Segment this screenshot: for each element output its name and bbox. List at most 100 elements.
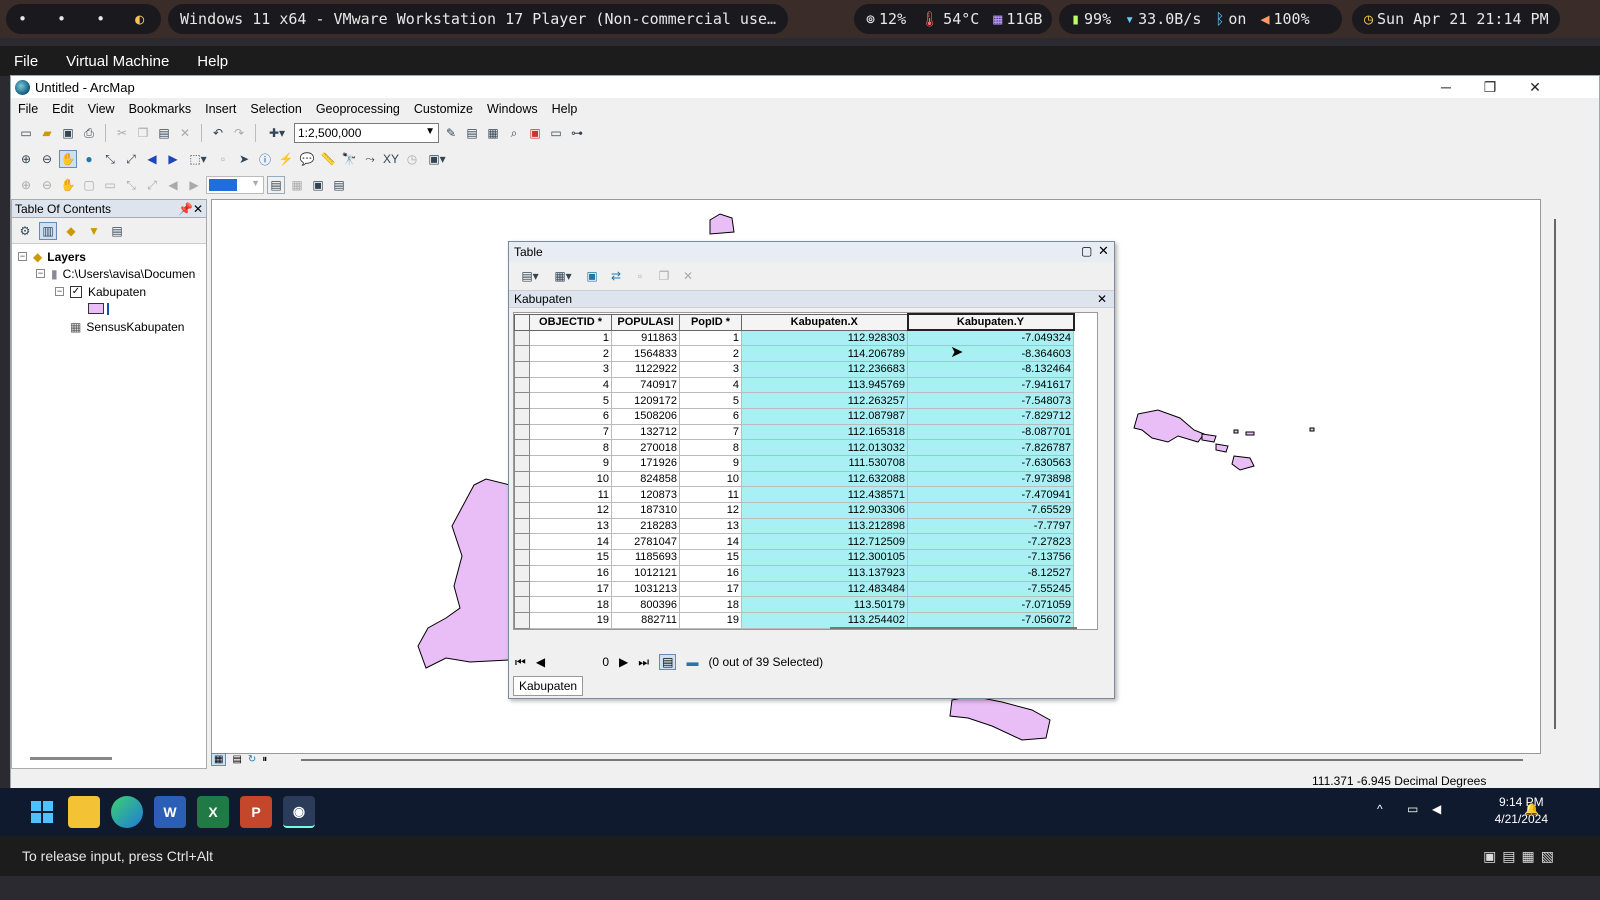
- arctoolbox-icon[interactable]: ▣: [526, 124, 544, 142]
- table-row[interactable]: 7 132712 7 112.165318 -8.087701: [514, 423, 1074, 441]
- vm-menu-file[interactable]: File: [0, 53, 52, 70]
- cell-populasi[interactable]: 1012121: [611, 564, 680, 582]
- viewer-window-icon[interactable]: ▣▾: [424, 150, 450, 168]
- table-row[interactable]: 1 911863 1 112.928303 -7.049324: [514, 329, 1074, 347]
- cell-objectid[interactable]: 13: [529, 517, 612, 535]
- column-header-kabupaten-y[interactable]: Kabupaten.Y: [906, 313, 1075, 331]
- undo-icon[interactable]: ↶: [209, 124, 227, 142]
- row-selector[interactable]: [514, 455, 530, 472]
- layout-back-icon[interactable]: ◀: [164, 176, 182, 194]
- menu-selection[interactable]: Selection: [243, 102, 308, 116]
- vm-menu-virtual-machine[interactable]: Virtual Machine: [52, 53, 183, 70]
- table-row[interactable]: 13 218283 13 113.212898 -7.7797: [514, 517, 1074, 535]
- table-row[interactable]: 16 1012121 16 113.137923 -8.12527: [514, 564, 1074, 582]
- cell-kabupaten-y[interactable]: -7.973898: [907, 470, 1074, 488]
- pan-icon[interactable]: ✋: [59, 150, 77, 168]
- cell-kabupaten-y[interactable]: -8.132464: [907, 360, 1074, 378]
- attribute-grid[interactable]: OBJECTID * POPULASI PopID * Kabupaten.X …: [513, 312, 1098, 630]
- row-selector[interactable]: [514, 486, 530, 504]
- fixed-zoom-out-icon[interactable]: ⤢: [122, 150, 140, 168]
- workspace-dot[interactable]: •: [96, 10, 105, 28]
- collapse-icon[interactable]: −: [18, 252, 27, 262]
- measure-icon[interactable]: 📏: [319, 150, 337, 168]
- row-header-corner[interactable]: [514, 313, 530, 331]
- file-explorer-icon[interactable]: [68, 796, 100, 828]
- list-by-selection-icon[interactable]: ▼: [85, 222, 103, 240]
- cell-kabupaten-y[interactable]: -7.27823: [907, 533, 1074, 551]
- table-options-icon[interactable]: ▤▾: [517, 267, 543, 285]
- cell-kabupaten-y[interactable]: -7.049324: [907, 329, 1074, 347]
- fixed-zoom-out-layout-icon[interactable]: ⤢: [143, 176, 161, 194]
- cell-popid[interactable]: 2: [679, 345, 742, 362]
- time-slider-icon[interactable]: ◷: [403, 150, 421, 168]
- chevron-up-icon[interactable]: ^: [1377, 802, 1383, 816]
- taskbar-clock[interactable]: 9:14 PM 4/21/2024: [1495, 794, 1548, 828]
- cell-objectid[interactable]: 12: [529, 502, 612, 519]
- cell-objectid[interactable]: 11: [529, 486, 612, 504]
- show-selected-records-icon[interactable]: ▬: [686, 655, 698, 669]
- next-record-icon[interactable]: ▶: [619, 655, 628, 669]
- cell-objectid[interactable]: 7: [529, 423, 612, 441]
- maximize-icon[interactable]: ▢: [1081, 244, 1092, 258]
- select-features-icon[interactable]: ⬚▾: [185, 150, 211, 168]
- cell-kabupaten-x[interactable]: 112.903306: [741, 502, 908, 519]
- workspace-dot[interactable]: •: [57, 10, 66, 28]
- cell-populasi[interactable]: 824858: [611, 470, 680, 488]
- cell-popid[interactable]: 15: [679, 549, 742, 566]
- cell-kabupaten-y[interactable]: -7.7797: [907, 517, 1074, 535]
- cell-populasi[interactable]: 1185693: [611, 549, 680, 566]
- network-icon[interactable]: ▭: [1407, 802, 1418, 816]
- find-route-icon[interactable]: ⤳: [361, 150, 379, 168]
- cell-kabupaten-y[interactable]: -7.056072: [907, 611, 1074, 629]
- table-row[interactable]: 8 270018 8 112.013032 -7.826787: [514, 439, 1074, 456]
- table-row[interactable]: 15 1185693 15 112.300105 -7.13756: [514, 549, 1074, 566]
- editor-toolbar-icon[interactable]: ✎: [442, 124, 460, 142]
- go-to-xy-icon[interactable]: XY: [382, 150, 400, 168]
- change-layout-icon[interactable]: ▣: [309, 176, 327, 194]
- list-by-visibility-icon[interactable]: ◆: [62, 222, 80, 240]
- cell-kabupaten-y[interactable]: -7.65529: [907, 502, 1074, 519]
- cell-objectid[interactable]: 19: [529, 611, 612, 629]
- row-selector[interactable]: [514, 580, 530, 598]
- cell-populasi[interactable]: 1122922: [611, 360, 680, 378]
- cell-kabupaten-y[interactable]: -7.826787: [907, 439, 1074, 456]
- row-selector[interactable]: [514, 376, 530, 394]
- cell-kabupaten-y[interactable]: -8.364603: [907, 345, 1074, 362]
- cell-popid[interactable]: 4: [679, 376, 742, 394]
- notification-bell-icon[interactable]: 🔔: [1524, 802, 1539, 816]
- cell-popid[interactable]: 11: [679, 486, 742, 504]
- data-view-icon[interactable]: ▦: [211, 752, 227, 766]
- row-selector[interactable]: [514, 407, 530, 425]
- toggle-draft-mode-icon[interactable]: ▤: [267, 176, 285, 194]
- table-row[interactable]: 6 1508206 6 112.087987 -7.829712: [514, 407, 1074, 425]
- row-selector[interactable]: [514, 360, 530, 378]
- map-hscroll[interactable]: [301, 759, 1523, 761]
- column-header-kabupaten-x[interactable]: Kabupaten.X: [741, 313, 908, 331]
- menu-help[interactable]: Help: [545, 102, 585, 116]
- zoom-whole-page-icon[interactable]: ▢: [80, 176, 98, 194]
- cell-popid[interactable]: 17: [679, 580, 742, 598]
- fixed-zoom-in-layout-icon[interactable]: ⤡: [122, 176, 140, 194]
- copy-icon[interactable]: ❐: [134, 124, 152, 142]
- cell-kabupaten-y[interactable]: -8.12527: [907, 564, 1074, 582]
- switch-selection-icon[interactable]: ⇄: [607, 267, 625, 285]
- cell-popid[interactable]: 18: [679, 596, 742, 613]
- cell-popid[interactable]: 1: [679, 329, 742, 347]
- speaker-icon[interactable]: ◀: [1432, 802, 1441, 816]
- row-selector[interactable]: [514, 596, 530, 613]
- cell-kabupaten-y[interactable]: -7.548073: [907, 392, 1074, 409]
- cell-objectid[interactable]: 5: [529, 392, 612, 409]
- clear-selection-icon[interactable]: ▫: [214, 150, 232, 168]
- map-polygon-small-islands[interactable]: [1233, 427, 1315, 436]
- scrollbar-thumb[interactable]: [1554, 219, 1556, 729]
- cell-popid[interactable]: 13: [679, 517, 742, 535]
- layout-pan-icon[interactable]: ✋: [59, 176, 77, 194]
- table-tab-kabupaten[interactable]: Kabupaten: [513, 676, 584, 696]
- table-row[interactable]: 11 120873 11 112.438571 -7.470941: [514, 486, 1074, 504]
- row-selector[interactable]: [514, 533, 530, 551]
- map-polygon-java[interactable]: [709, 213, 735, 235]
- table-of-contents-icon[interactable]: ▤: [463, 124, 481, 142]
- paste-icon[interactable]: ▤: [155, 124, 173, 142]
- cell-objectid[interactable]: 17: [529, 580, 612, 598]
- vm-menu-help[interactable]: Help: [183, 53, 242, 70]
